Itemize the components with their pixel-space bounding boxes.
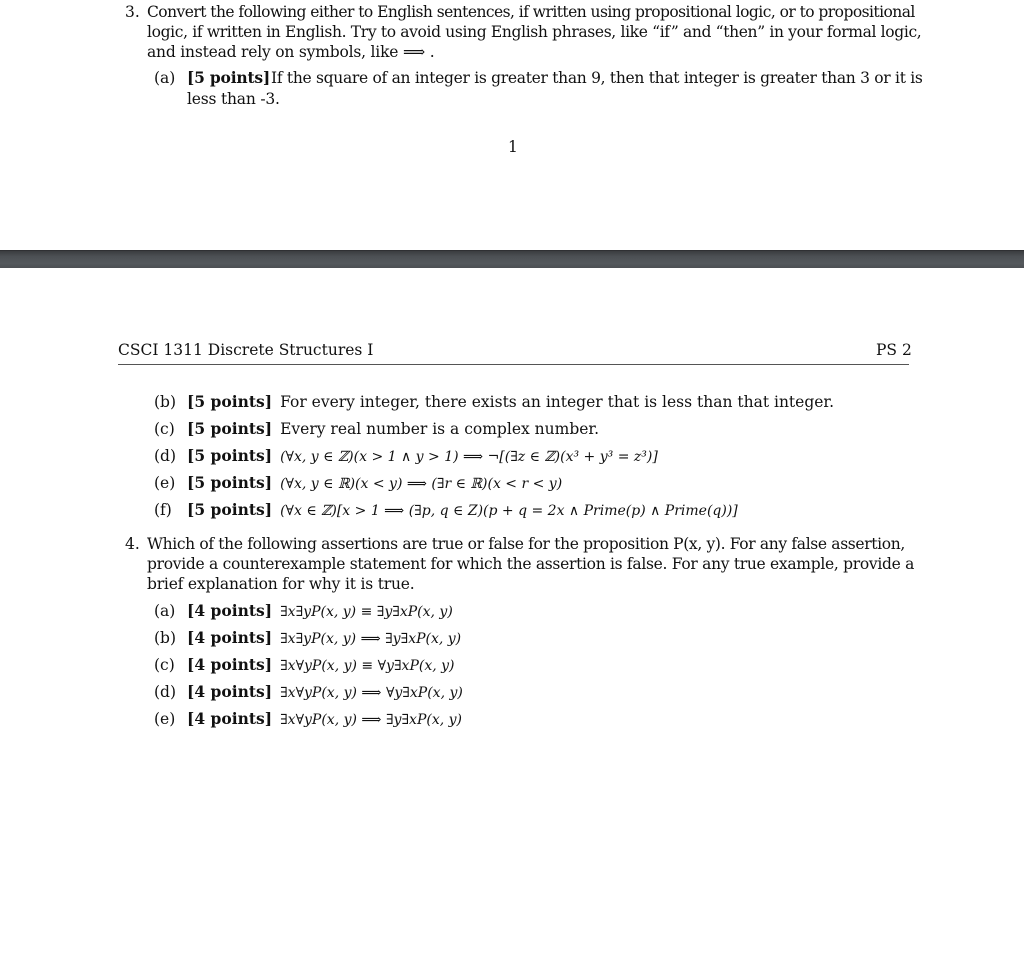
part-text: Every real number is a complex number.	[280, 420, 600, 438]
question-4-text-line-2: provide a counterexample statement for w…	[147, 555, 915, 573]
part-formula: (∀x, y ∈ ℤ)(x > 1 ∧ y > 1) ⟹ ¬[(∃z ∈ ℤ)(…	[280, 449, 658, 465]
part-points: [4 points]	[187, 628, 273, 647]
part-label: (b)	[154, 629, 177, 647]
question-3-number: 3.	[125, 3, 140, 21]
question-4e: (e) [4 points] ∃x∀yP(x, y) ⟹ ∃y∃xP(x, y)	[154, 709, 462, 730]
question-3f: (f) [5 points] (∀x ∈ ℤ)[x > 1 ⟹ (∃p, q ∈ Z…	[154, 500, 738, 521]
part-points: [5 points]	[187, 473, 273, 492]
question-3a-label: (a)	[154, 69, 176, 87]
question-3d: (d) [5 points] (∀x, y ∈ ℤ)(x > 1 ∧ y > 1) …	[154, 446, 658, 467]
part-label: (e)	[154, 474, 176, 492]
question-3a-points: [5 points]	[187, 68, 271, 87]
part-label: (d)	[154, 447, 177, 465]
part-formula: ∃x∀yP(x, y) ⟹ ∃y∃xP(x, y)	[280, 712, 462, 728]
part-label: (b)	[154, 393, 177, 411]
question-3-text-line-2: logic, if written in English. Try to avo…	[147, 23, 922, 41]
part-formula: (∀x, y ∈ ℝ)(x < y) ⟹ (∃r ∈ ℝ)(x < r < y)	[280, 476, 563, 492]
part-points: [5 points]	[187, 392, 273, 411]
question-4-text-line-3: brief explanation for why it is true.	[147, 575, 415, 593]
question-3c: (c) [5 points] Every real number is a comp…	[154, 419, 599, 439]
part-points: [5 points]	[187, 500, 273, 519]
part-formula: ∃x∀yP(x, y) ⟹ ∀y∃xP(x, y)	[280, 685, 463, 701]
question-3a-text-line-2: less than -3.	[187, 90, 280, 108]
question-3-text-line-1: Convert the following either to English …	[147, 3, 915, 21]
part-formula: ∃x∀yP(x, y) ≡ ∀y∃xP(x, y)	[280, 658, 455, 674]
header-rule	[118, 364, 909, 365]
part-label: (e)	[154, 710, 176, 728]
part-formula: (∀x ∈ ℤ)[x > 1 ⟹ (∃p, q ∈ Z)(p + q = 2x …	[280, 503, 738, 519]
part-formula: ∃x∃yP(x, y) ⟹ ∃y∃xP(x, y)	[280, 631, 462, 647]
question-4c: (c) [4 points] ∃x∀yP(x, y) ≡ ∀y∃xP(x, y)	[154, 655, 455, 676]
part-points: [5 points]	[187, 446, 273, 465]
part-points: [4 points]	[187, 682, 273, 701]
part-points: [4 points]	[187, 655, 273, 674]
question-4b: (b) [4 points] ∃x∃yP(x, y) ⟹ ∃y∃xP(x, y)	[154, 628, 461, 649]
part-text: For every integer, there exists an integ…	[280, 393, 835, 411]
question-3b: (b) [5 points] For every integer, there ex…	[154, 392, 834, 412]
question-4d: (d) [4 points] ∃x∀yP(x, y) ⟹ ∀y∃xP(x, y)	[154, 682, 463, 703]
part-label: (c)	[154, 656, 175, 674]
part-label: (f)	[154, 501, 172, 519]
page-separator	[0, 250, 1024, 269]
part-points: [4 points]	[187, 601, 273, 620]
page-header-course: CSCI 1311 Discrete Structures I	[118, 341, 374, 359]
page-number: 1	[508, 138, 518, 156]
part-label: (c)	[154, 420, 175, 438]
part-label: (a)	[154, 602, 176, 620]
question-3-text-line-3: and instead rely on symbols, like ⟹ .	[147, 43, 435, 61]
question-3a-text-line-1: If the square of an integer is greater t…	[271, 69, 923, 87]
part-label: (d)	[154, 683, 177, 701]
question-4-number: 4.	[125, 535, 140, 553]
question-4a: (a) [4 points] ∃x∃yP(x, y) ≡ ∃y∃xP(x, y)	[154, 601, 453, 622]
part-formula: ∃x∃yP(x, y) ≡ ∃y∃xP(x, y)	[280, 604, 453, 620]
question-3e: (e) [5 points] (∀x, y ∈ ℝ)(x < y) ⟹ (∃r ∈ …	[154, 473, 562, 494]
pdf-page-1: 3. Convert the following either to Engli…	[0, 0, 1024, 250]
part-points: [5 points]	[187, 419, 273, 438]
page-header-assignment: PS 2	[876, 341, 912, 359]
question-4-text-line-1: Which of the following assertions are tr…	[147, 535, 905, 553]
part-points: [4 points]	[187, 709, 273, 728]
